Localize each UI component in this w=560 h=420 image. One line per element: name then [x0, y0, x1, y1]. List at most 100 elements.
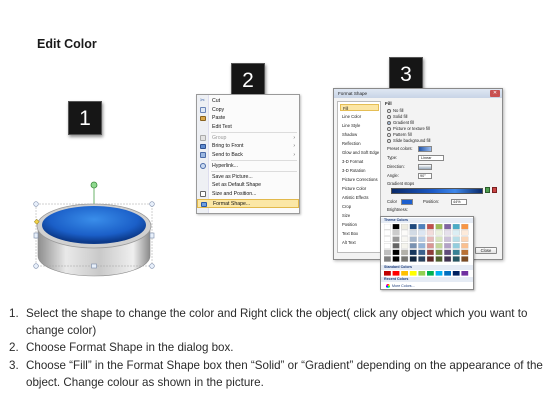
color-wheel-icon [386, 284, 390, 288]
nav-item-text-box[interactable]: Text Box [340, 230, 379, 237]
nav-item-fill[interactable]: Fill [340, 104, 379, 111]
scissors-icon: ✂ [200, 97, 206, 104]
color-swatch [409, 236, 417, 242]
remove-stop-icon[interactable] [492, 187, 497, 193]
resize-handle [149, 232, 155, 239]
preset-colors-dropdown[interactable] [418, 146, 432, 152]
color-swatch [435, 249, 443, 256]
menu-item-edit-text[interactable]: Edit Text [197, 123, 299, 132]
nav-item-picture-corrections[interactable]: Picture Corrections [340, 176, 379, 183]
angle-input[interactable]: 90° [418, 173, 432, 179]
instruction-number: 2. [9, 341, 19, 355]
color-swatch [444, 229, 452, 236]
color-swatch [418, 271, 426, 276]
nav-item-picture-color[interactable]: Picture Color [340, 185, 379, 192]
menu-item-label: Hyperlink... [212, 162, 238, 169]
menu-item-copy[interactable]: Copy [197, 106, 299, 115]
menu-item-bring-to-front[interactable]: Bring to Front › [197, 142, 299, 151]
nav-item-reflection[interactable]: Reflection [340, 140, 379, 147]
nav-item-line-color[interactable]: Line Color [340, 113, 379, 120]
resize-handle [33, 232, 39, 239]
menu-item-set-default-shape[interactable]: Set as Default Shape [197, 181, 299, 190]
cylinder-shape[interactable] [28, 180, 163, 280]
color-swatch [426, 229, 434, 236]
color-swatch [392, 256, 400, 262]
color-swatch [384, 256, 391, 262]
color-swatch [392, 249, 400, 256]
resize-handle [91, 263, 97, 269]
color-swatch [401, 236, 409, 242]
field-label: Gradient stops [387, 181, 415, 186]
brightness-row: Brightness: [387, 207, 408, 213]
menu-item-label: Bring to Front [212, 143, 244, 149]
color-swatch [435, 224, 443, 230]
color-picker-button[interactable] [401, 199, 413, 205]
color-swatch [461, 271, 469, 276]
gradient-stops-bar[interactable] [391, 188, 483, 194]
menu-item-paste[interactable]: Paste [197, 114, 299, 123]
nav-item-line-style[interactable]: Line Style [340, 122, 379, 129]
instruction-text: Choose “Fill” in the Format Shape box th… [26, 358, 543, 389]
fill-heading: Fill [385, 101, 392, 106]
color-swatch [401, 271, 408, 276]
send-back-icon [200, 152, 206, 158]
theme-color-swatches[interactable] [384, 224, 472, 264]
color-swatch [444, 224, 452, 230]
type-select[interactable]: Linear [418, 155, 444, 161]
color-swatch [392, 243, 400, 249]
menu-item-cut[interactable]: ✂ Cut [197, 97, 299, 106]
direction-dropdown[interactable] [418, 164, 432, 170]
menu-item-size-position[interactable]: Size and Position... [197, 190, 299, 199]
menu-item-group[interactable]: Group › [197, 134, 299, 143]
color-swatch [384, 271, 391, 276]
color-swatch [444, 271, 451, 276]
radio-slide-background-fill[interactable]: Slide background fill [387, 138, 430, 144]
instruction-number: 3. [9, 358, 19, 372]
more-colors-link[interactable]: More Colors... [384, 283, 415, 289]
preset-colors-row: Preset colors: [387, 146, 413, 152]
color-swatch [401, 249, 409, 256]
close-icon[interactable]: ✕ [490, 90, 500, 97]
color-swatch [426, 224, 434, 230]
color-swatch [452, 271, 460, 276]
radio-button-icon [387, 138, 391, 143]
color-swatch [401, 224, 409, 230]
color-swatch [452, 229, 460, 236]
menu-item-label: Format Shape... [213, 201, 251, 207]
menu-item-hyperlink[interactable]: Hyperlink... [197, 162, 299, 171]
nav-item-glow[interactable]: Glow and Soft Edges [340, 149, 379, 156]
recent-colors-heading: Recent Colors [381, 277, 473, 282]
nav-item-crop[interactable]: Crop [340, 203, 379, 210]
nav-item-3d-rotation[interactable]: 3-D Rotation [340, 167, 379, 174]
menu-item-send-to-back[interactable]: Send to Back › [197, 151, 299, 160]
add-stop-icon[interactable] [485, 187, 490, 193]
color-swatch [435, 229, 443, 236]
bring-front-icon [200, 143, 206, 149]
type-row: Type: [387, 155, 397, 161]
color-swatch [418, 229, 426, 236]
instruction-step: 3. Choose “Fill” in the Format Shape box… [9, 357, 554, 391]
step-badge-3: 3 [389, 57, 423, 91]
color-swatch [444, 256, 452, 262]
color-swatch [418, 243, 426, 249]
resize-handle [149, 263, 155, 269]
close-button[interactable]: Close [475, 247, 497, 254]
field-label: Direction: [387, 164, 405, 169]
nav-item-3d-format[interactable]: 3-D Format [340, 158, 379, 165]
menu-item-format-shape[interactable]: Format Shape... [197, 199, 299, 208]
cylinder-graphic[interactable] [28, 180, 163, 280]
color-swatch [384, 236, 391, 242]
radio-label: No fill [393, 108, 404, 113]
menu-item-label: Set as Default Shape [212, 182, 262, 188]
standard-color-swatches[interactable] [384, 271, 472, 276]
nav-item-alt-text[interactable]: Alt Text [340, 239, 379, 246]
menu-item-label: Cut [212, 98, 221, 104]
menu-item-save-as-picture[interactable]: Save as Picture... [197, 173, 299, 182]
nav-item-artistic-effects[interactable]: Artistic Effects [340, 194, 379, 201]
color-swatch [452, 243, 460, 249]
nav-item-position[interactable]: Position [340, 221, 379, 228]
nav-item-shadow[interactable]: Shadow [340, 131, 379, 138]
format-shape-icon [201, 201, 207, 207]
position-input[interactable]: 44% [451, 199, 467, 205]
nav-item-size[interactable]: Size [340, 212, 379, 219]
